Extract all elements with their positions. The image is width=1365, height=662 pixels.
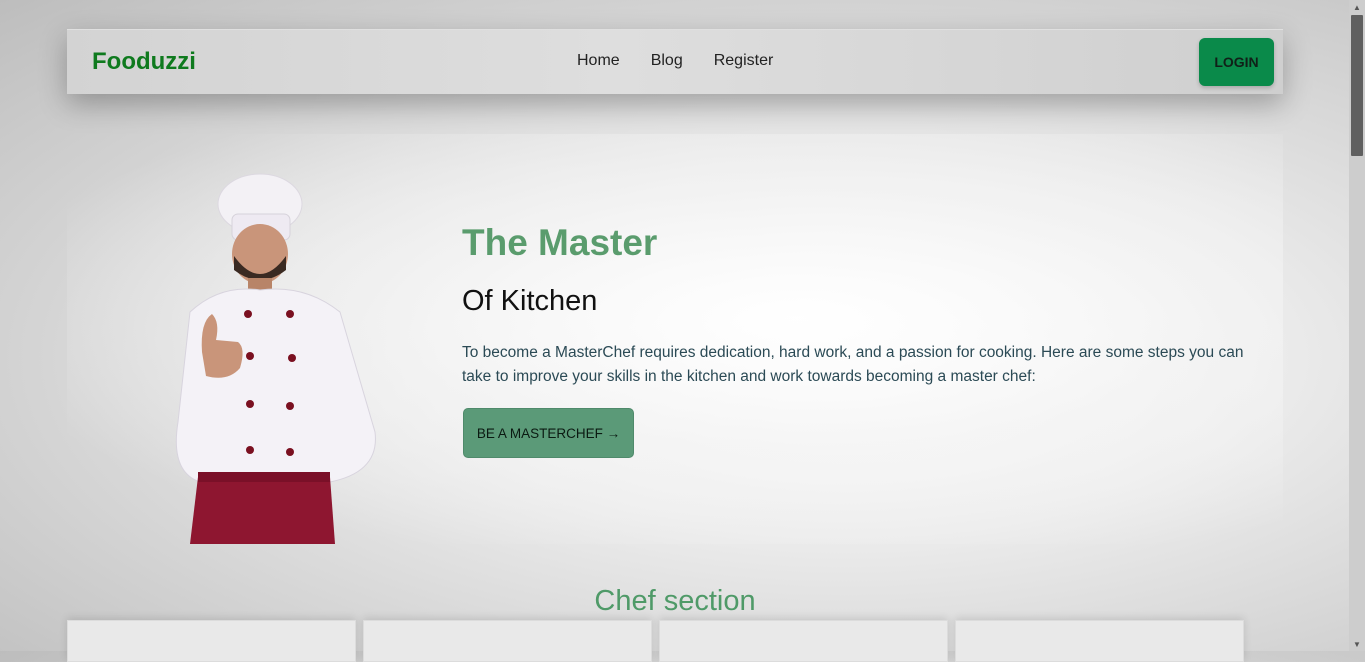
hero-title: The Master [462, 222, 658, 263]
nav-links: Home Blog Register [577, 52, 804, 70]
hero-subtitle: Of Kitchen [462, 285, 598, 317]
nav-link-blog[interactable]: Blog [651, 52, 683, 70]
nav-link-home[interactable]: Home [577, 52, 620, 70]
chef-card[interactable] [363, 620, 652, 662]
chef-card[interactable] [955, 620, 1244, 662]
nav-link-register[interactable]: Register [714, 52, 774, 70]
chef-image [175, 173, 376, 544]
navbar: Fooduzzi Home Blog Register LOGIN [67, 29, 1283, 94]
scroll-up-arrow-icon[interactable]: ▲ [1349, 0, 1365, 14]
chef-card[interactable] [67, 620, 356, 662]
hero-description: To become a MasterChef requires dedicati… [462, 344, 1244, 385]
brand-logo[interactable]: Fooduzzi [92, 48, 196, 76]
scroll-thumb[interactable] [1351, 15, 1363, 156]
scroll-down-arrow-icon[interactable]: ▼ [1349, 637, 1365, 651]
vertical-scrollbar[interactable]: ▲ ▼ [1349, 0, 1365, 651]
login-button[interactable]: LOGIN [1199, 38, 1274, 86]
chef-section-title: Chef section [594, 585, 756, 617]
be-a-masterchef-button[interactable]: BE A MASTERCHEF → [463, 408, 634, 458]
chef-card[interactable] [659, 620, 948, 662]
